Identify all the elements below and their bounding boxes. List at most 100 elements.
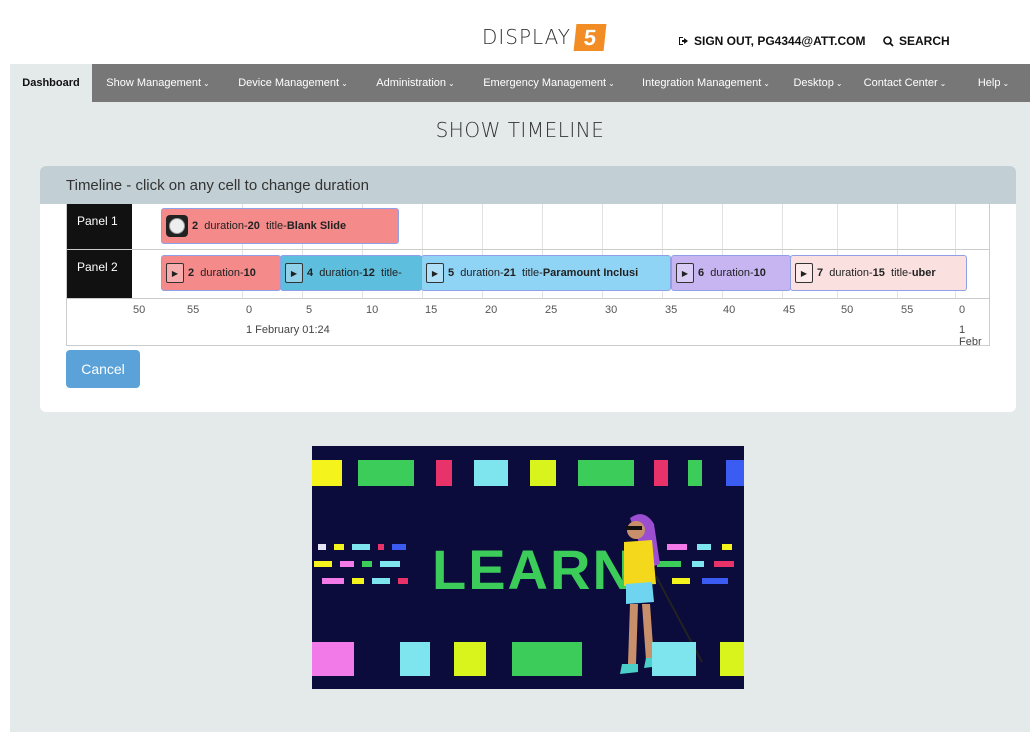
preview-text: LEARN bbox=[432, 538, 635, 601]
nav-help[interactable]: Help ⌄ bbox=[957, 64, 1030, 102]
title-label: title- bbox=[522, 267, 543, 279]
nav-desktop[interactable]: Desktop ⌄ bbox=[783, 64, 853, 102]
file-play-icon: ▶ bbox=[285, 263, 303, 283]
nav-device-management[interactable]: Device Management ⌄ bbox=[224, 64, 362, 102]
title-label: title- bbox=[891, 267, 912, 279]
item-id: 5 bbox=[448, 267, 455, 279]
signout-link[interactable]: SIGN OUT, PG4344@ATT.COM bbox=[678, 34, 866, 48]
nav-integration-management[interactable]: Integration Management ⌄ bbox=[629, 64, 783, 102]
cancel-button[interactable]: Cancel bbox=[66, 350, 140, 388]
nav-dashboard[interactable]: Dashboard bbox=[10, 64, 92, 102]
axis-tick: 0 bbox=[959, 304, 966, 316]
nav-label: Dashboard bbox=[22, 77, 80, 89]
item-id: 6 bbox=[698, 267, 705, 279]
timeline-item[interactable]: ▶ 4 duration- 12 title- bbox=[280, 255, 422, 291]
timeline-item[interactable]: ▶ 2 duration- 10 bbox=[161, 255, 281, 291]
signout-label: SIGN OUT, PG4344@ATT.COM bbox=[694, 34, 866, 48]
logo-mark: 5 bbox=[573, 23, 607, 51]
chevron-down-icon: ⌄ bbox=[608, 78, 615, 88]
item-duration: 10 bbox=[753, 267, 766, 279]
axis-date: 1 Febr bbox=[959, 324, 982, 346]
timeline-card: Timeline - click on any cell to change d… bbox=[40, 166, 1016, 412]
nav-label: Show Management bbox=[106, 77, 202, 89]
nav-label: Emergency Management bbox=[483, 77, 607, 89]
sign-out-icon bbox=[679, 37, 688, 45]
item-title: uber bbox=[911, 267, 936, 279]
nav-label: Administration bbox=[376, 77, 446, 89]
axis-tick: 30 bbox=[605, 304, 618, 316]
file-play-icon: ▶ bbox=[426, 263, 444, 283]
duration-label: duration- bbox=[319, 267, 363, 279]
item-id: 4 bbox=[307, 267, 314, 279]
app-screen: DISPLAY 5 SIGN OUT, PG4344@ATT.COM SEARC… bbox=[10, 10, 1030, 732]
file-play-icon: ▶ bbox=[676, 263, 694, 283]
slide-preview: LEARN bbox=[312, 446, 744, 689]
axis-tick: 55 bbox=[187, 304, 200, 316]
axis-tick: 20 bbox=[485, 304, 498, 316]
nav-label: Help bbox=[977, 77, 1001, 89]
search-label: SEARCH bbox=[899, 34, 950, 48]
nav-emergency-management[interactable]: Emergency Management ⌄ bbox=[469, 64, 629, 102]
item-id: 2 bbox=[188, 267, 195, 279]
file-play-icon: ▶ bbox=[166, 263, 184, 283]
display5-logo[interactable]: DISPLAY 5 bbox=[482, 22, 607, 52]
nav-label: Integration Management bbox=[642, 77, 762, 89]
nav-label: Contact Center bbox=[863, 77, 938, 89]
item-title: Blank Slide bbox=[286, 220, 347, 232]
timeline-heading: Timeline - click on any cell to change d… bbox=[40, 166, 1016, 204]
row-divider bbox=[67, 298, 989, 299]
title-label: title- bbox=[381, 267, 402, 279]
axis-tick: 40 bbox=[723, 304, 736, 316]
axis-tick: 5 bbox=[306, 304, 313, 316]
duration-label: duration- bbox=[460, 267, 504, 279]
axis-tick: 35 bbox=[665, 304, 678, 316]
row-divider bbox=[67, 249, 989, 250]
main-nav: Dashboard Show Management ⌄ Device Manage… bbox=[10, 64, 1030, 102]
search-icon bbox=[883, 35, 894, 47]
title-label: title- bbox=[266, 220, 287, 232]
axis-tick: 10 bbox=[366, 304, 379, 316]
nav-label: Device Management bbox=[238, 77, 340, 89]
clock-icon bbox=[166, 215, 188, 237]
nav-administration[interactable]: Administration ⌄ bbox=[362, 64, 469, 102]
nav-show-management[interactable]: Show Management ⌄ bbox=[92, 64, 224, 102]
duration-label: duration- bbox=[829, 267, 873, 279]
axis-date: 1 February 01:24 bbox=[246, 324, 330, 336]
axis-tick: 15 bbox=[425, 304, 438, 316]
file-play-icon: ▶ bbox=[795, 263, 813, 283]
item-duration: 10 bbox=[243, 267, 256, 279]
duration-label: duration- bbox=[204, 220, 248, 232]
logo-text: DISPLAY bbox=[482, 25, 572, 49]
duration-label: duration- bbox=[710, 267, 754, 279]
axis-tick: 0 bbox=[246, 304, 253, 316]
chevron-down-icon: ⌄ bbox=[1002, 78, 1010, 88]
timeline-item[interactable]: 2 duration- 20 title- Blank Slide bbox=[161, 208, 399, 244]
chevron-down-icon: ⌄ bbox=[939, 78, 947, 88]
item-id: 2 bbox=[192, 220, 199, 232]
axis-tick: 50 bbox=[133, 304, 146, 316]
page-title: SHOW TIMELINE bbox=[435, 118, 605, 142]
chevron-down-icon: ⌄ bbox=[448, 78, 455, 88]
chevron-down-icon: ⌄ bbox=[763, 78, 770, 88]
axis-tick: 50 bbox=[841, 304, 854, 316]
chevron-down-icon: ⌄ bbox=[203, 78, 210, 88]
row-label-panel-2: Panel 2 bbox=[67, 250, 132, 298]
timeline-item[interactable]: ▶ 5 duration- 21 title- Paramount Inclusi bbox=[421, 255, 671, 291]
duration-label: duration- bbox=[200, 267, 244, 279]
timeline-item[interactable]: ▶ 7 duration- 15 title-uber bbox=[790, 255, 967, 291]
search-link[interactable]: SEARCH bbox=[883, 34, 950, 48]
item-duration: 15 bbox=[872, 267, 885, 279]
timeline-grid[interactable]: Panel 1 2 duration- 20 title- Blank Slide … bbox=[66, 204, 990, 346]
axis-tick: 55 bbox=[901, 304, 914, 316]
nav-contact-center[interactable]: Contact Center ⌄ bbox=[853, 64, 957, 102]
nav-label: Desktop bbox=[793, 77, 834, 89]
chevron-down-icon: ⌄ bbox=[341, 78, 348, 88]
chevron-down-icon: ⌄ bbox=[835, 78, 843, 88]
axis-tick: 25 bbox=[545, 304, 558, 316]
top-header: DISPLAY 5 SIGN OUT, PG4344@ATT.COM SEARC… bbox=[10, 10, 1030, 64]
item-duration: 21 bbox=[503, 267, 516, 279]
item-id: 7 bbox=[817, 267, 824, 279]
item-duration: 20 bbox=[247, 220, 260, 232]
item-title: Paramount Inclusi bbox=[542, 267, 639, 279]
timeline-item[interactable]: ▶ 6 duration- 10 bbox=[671, 255, 791, 291]
